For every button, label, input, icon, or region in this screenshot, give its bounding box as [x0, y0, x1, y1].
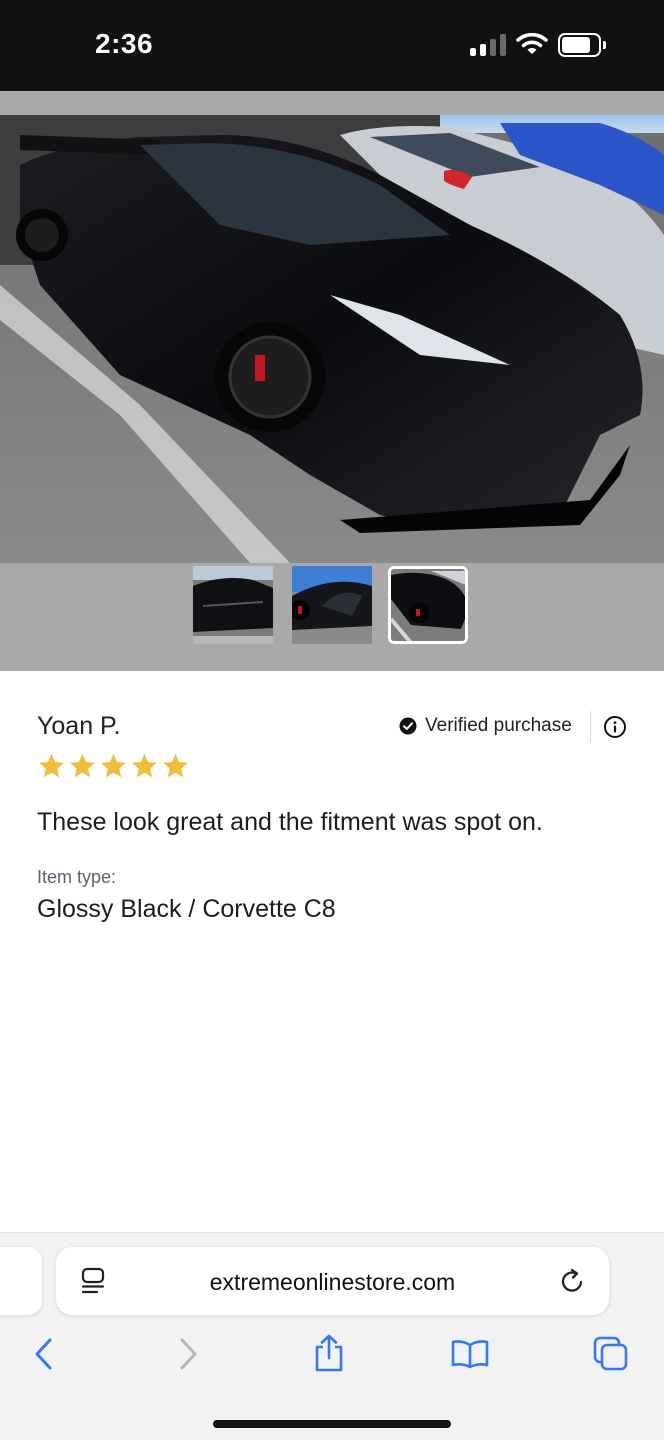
star-icon: [101, 753, 126, 778]
item-type-label: Item type:: [37, 867, 117, 887]
chevron-left-icon[interactable]: [33, 1337, 55, 1371]
cellular-signal-icon: [470, 34, 508, 56]
share-icon[interactable]: [313, 1333, 345, 1373]
book-icon[interactable]: [451, 1339, 489, 1369]
review-photo-thumbnail-1[interactable]: [193, 566, 273, 644]
review-photo-main[interactable]: [0, 115, 664, 563]
check-circle-icon: [399, 717, 417, 735]
review-body: These look great and the fitment was spo…: [37, 808, 543, 836]
status-time: 2:36: [95, 28, 154, 59]
star-icon: [132, 753, 157, 778]
item-type-value: Glossy Black / Corvette C8: [37, 895, 336, 923]
divider: [590, 711, 591, 742]
battery-icon: [558, 33, 606, 57]
browser-toolbar: extremeonlinestore.com: [0, 1232, 664, 1440]
page: 2:36 Yoan P. Verified purchase These loo…: [0, 0, 664, 1440]
reload-icon[interactable]: [559, 1267, 587, 1295]
verified-purchase-badge: Verified purchase: [399, 715, 572, 737]
star-rating: [37, 752, 190, 780]
info-icon[interactable]: [603, 715, 627, 739]
verified-purchase-label: Verified purchase: [425, 715, 572, 736]
previous-tab-preview[interactable]: [0, 1247, 42, 1315]
status-bar: 2:36: [0, 0, 664, 91]
tabs-icon[interactable]: [593, 1336, 629, 1372]
review-photo-gallery: [0, 91, 664, 671]
star-icon: [70, 753, 95, 778]
address-bar[interactable]: extremeonlinestore.com: [56, 1247, 609, 1315]
url-text[interactable]: extremeonlinestore.com: [56, 1269, 609, 1296]
star-icon: [39, 753, 64, 778]
review-photo-thumbnail-3[interactable]: [388, 566, 468, 644]
wifi-icon: [516, 32, 548, 54]
review-photo-thumbnail-2[interactable]: [292, 566, 372, 644]
home-indicator: [213, 1420, 451, 1428]
star-icon: [163, 753, 188, 778]
reviewer-name: Yoan P.: [37, 712, 121, 740]
chevron-right-icon[interactable]: [177, 1337, 199, 1371]
